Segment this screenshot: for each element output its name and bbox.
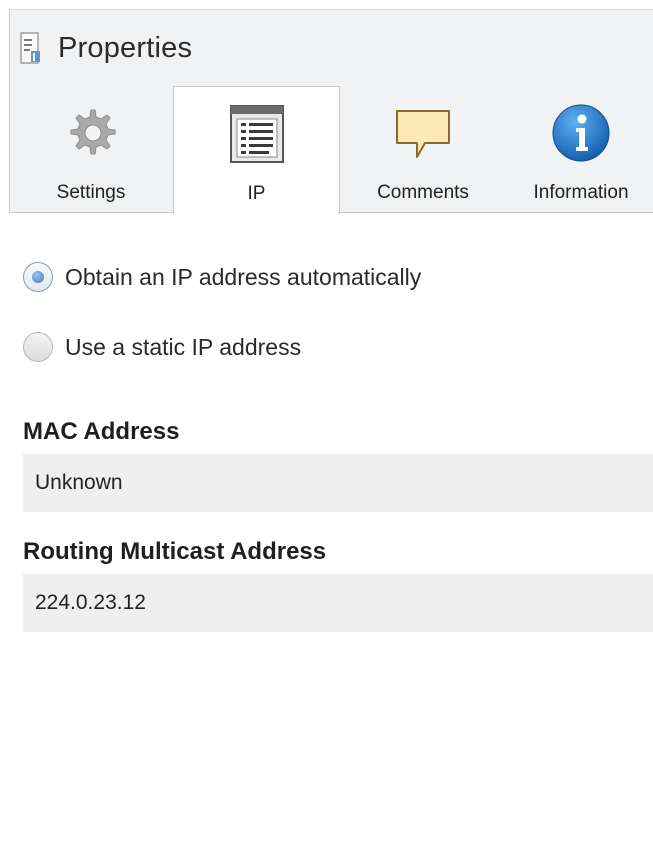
- tab-divider-left: [9, 212, 173, 213]
- tab-comments[interactable]: Comments: [349, 86, 497, 213]
- ip-settings-panel: Obtain an IP address automatically Use a…: [9, 214, 653, 845]
- radio-button-unchecked[interactable]: [23, 332, 53, 362]
- panel-title-row: Properties: [20, 28, 192, 68]
- multicast-address-field[interactable]: 224.0.23.12: [23, 574, 653, 632]
- tab-ip-label: IP: [247, 183, 266, 204]
- tab-settings[interactable]: Settings: [13, 86, 169, 213]
- tab-ip[interactable]: IP: [173, 86, 340, 215]
- mac-address-label: MAC Address: [23, 418, 180, 445]
- panel-title: Properties: [58, 31, 193, 64]
- tab-information[interactable]: Information: [509, 86, 653, 213]
- tab-strip: Settings IP Comments Information: [9, 86, 653, 215]
- info-icon: [552, 104, 610, 162]
- gear-icon: [70, 109, 116, 155]
- tab-comments-label: Comments: [377, 182, 469, 203]
- properties-icon: [20, 32, 40, 64]
- radio-static-ip-label: Use a static IP address: [65, 333, 302, 360]
- tab-settings-label: Settings: [56, 182, 126, 203]
- radio-button-checked[interactable]: [23, 262, 53, 292]
- list-window-icon: [229, 105, 284, 163]
- radio-obtain-automatically[interactable]: Obtain an IP address automatically: [23, 262, 421, 292]
- tab-information-label: Information: [533, 182, 629, 203]
- mac-address-field: Unknown: [23, 454, 653, 512]
- tab-divider-right: [338, 212, 653, 213]
- radio-static-ip[interactable]: Use a static IP address: [23, 332, 301, 362]
- multicast-address-label: Routing Multicast Address: [23, 538, 327, 565]
- radio-obtain-automatically-label: Obtain an IP address automatically: [65, 263, 422, 290]
- speech-bubble-icon: [396, 110, 450, 158]
